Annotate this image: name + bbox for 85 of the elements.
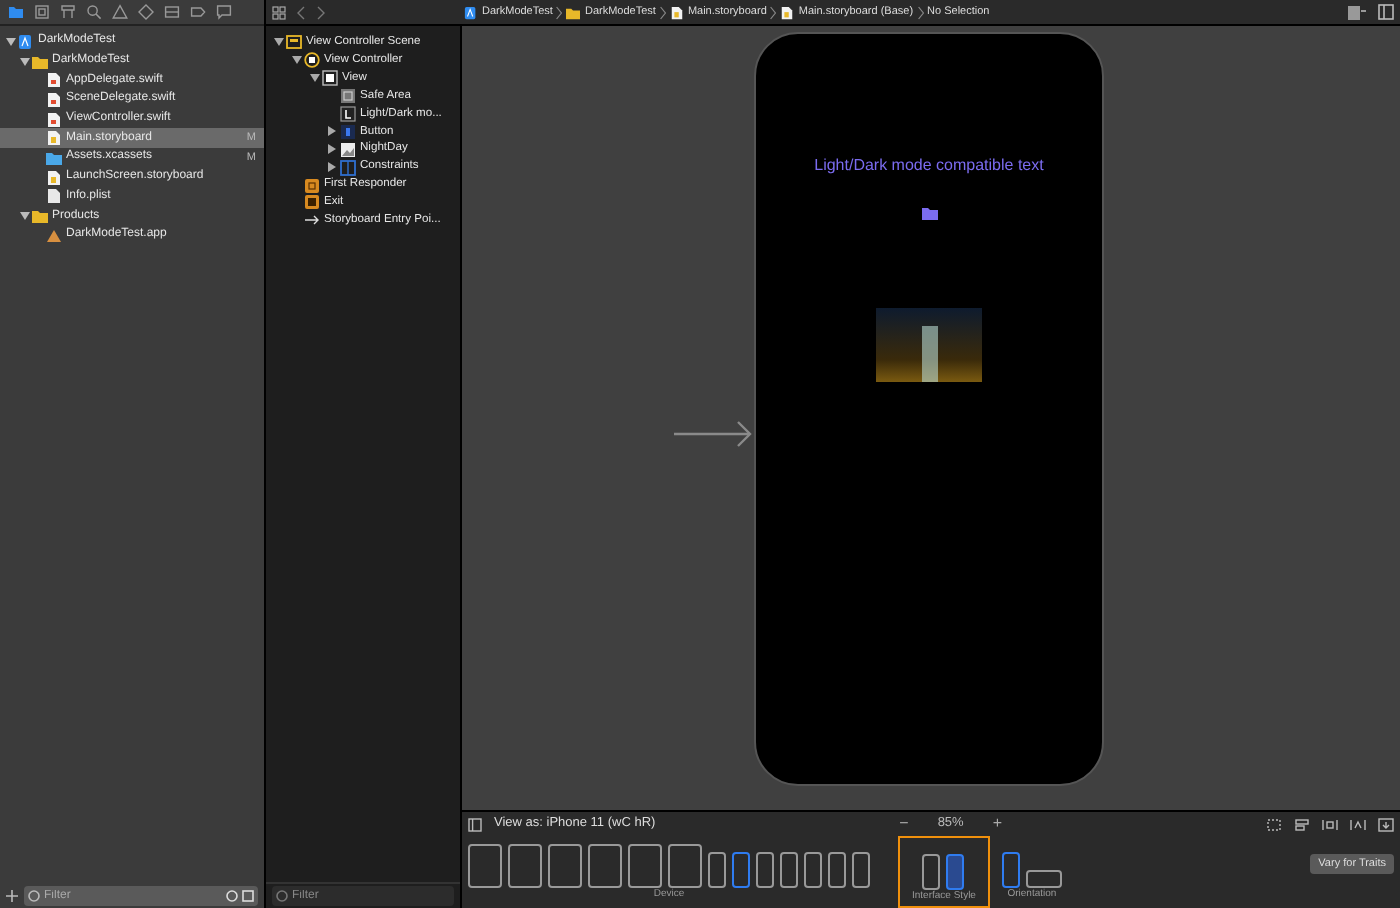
phone-option[interactable]	[852, 852, 870, 888]
storyboard-file-icon	[46, 130, 62, 147]
arrow-icon	[304, 212, 320, 229]
plist-file-icon	[46, 188, 62, 205]
filter-icon	[276, 890, 288, 902]
phone-option[interactable]	[922, 854, 941, 890]
tablet-option[interactable]	[668, 844, 702, 888]
label-icon	[340, 106, 356, 122]
view-controller-icon	[304, 52, 320, 69]
phone-option[interactable]	[756, 852, 774, 888]
add-editor-icon[interactable]	[1378, 4, 1394, 20]
zoom-in-button[interactable]: +	[992, 816, 1002, 832]
tablet-option[interactable]	[628, 844, 662, 888]
chevron-icon	[770, 5, 777, 19]
pin-icon[interactable]	[1322, 817, 1338, 831]
resolve-icon[interactable]	[1350, 817, 1366, 831]
phone-option[interactable]	[1001, 852, 1020, 888]
disclosure-expanded-icon[interactable]	[308, 74, 320, 83]
tablet-option[interactable]	[548, 844, 582, 888]
align-icon[interactable]	[1294, 817, 1310, 831]
disclosure-collapsed-icon[interactable]	[326, 144, 338, 155]
folder-icon[interactable]	[8, 4, 24, 20]
button-icon	[340, 123, 356, 140]
disclosure-expanded-icon[interactable]	[18, 212, 30, 221]
storyboard-file-icon	[780, 5, 795, 19]
disclosure-expanded-icon[interactable]	[4, 37, 16, 46]
folder-icon	[32, 53, 48, 70]
embed-icon[interactable]	[1378, 817, 1394, 831]
outline-toggle-icon[interactable]	[468, 817, 482, 831]
layout-icon[interactable]	[1266, 817, 1282, 831]
folder-icon	[32, 208, 48, 225]
disclosure-expanded-icon[interactable]	[290, 56, 302, 65]
disclosure-collapsed-icon[interactable]	[326, 162, 338, 173]
phone-option[interactable]	[946, 854, 965, 890]
breakpoint-icon[interactable]	[190, 4, 206, 20]
folder-icon	[566, 5, 581, 19]
phone-option[interactable]	[1025, 870, 1062, 888]
app-icon	[46, 227, 62, 244]
editor-options-icon[interactable]	[1348, 5, 1366, 19]
tablet-option[interactable]	[468, 844, 502, 888]
chevron-icon	[556, 5, 563, 19]
storyboard-file-icon	[46, 169, 62, 186]
clock-icon[interactable]	[226, 889, 238, 901]
chevron-icon	[659, 5, 666, 19]
exit-icon	[304, 194, 320, 211]
report-icon[interactable]	[216, 4, 232, 20]
view-icon	[322, 70, 338, 87]
source-control-icon[interactable]	[34, 4, 50, 20]
scm-filter-icon[interactable]	[242, 889, 254, 901]
forward-icon[interactable]	[316, 5, 326, 19]
storyboard-file-icon	[669, 5, 684, 19]
tablet-option[interactable]	[588, 844, 622, 888]
swift-file-icon	[46, 111, 62, 128]
folder-icon[interactable]	[921, 206, 937, 220]
phone-option[interactable]	[828, 852, 846, 888]
disclosure-collapsed-icon[interactable]	[326, 126, 338, 137]
constraints-icon	[340, 159, 356, 176]
tablet-option[interactable]	[508, 844, 542, 888]
warning-icon[interactable]	[112, 4, 128, 20]
test-icon[interactable]	[138, 4, 154, 20]
cube-icon	[304, 177, 320, 194]
chevron-icon	[917, 5, 924, 19]
search-icon[interactable]	[86, 4, 102, 20]
phone-option[interactable]	[804, 852, 822, 888]
assets-folder-icon	[46, 149, 62, 166]
phone-option[interactable]	[780, 852, 798, 888]
image-icon	[340, 141, 356, 158]
debug-icon[interactable]	[164, 4, 180, 20]
project-file-icon	[18, 33, 34, 50]
grid-icon[interactable]	[272, 5, 286, 19]
scene-icon	[286, 34, 302, 51]
phone-option[interactable]	[708, 852, 726, 888]
hierarchy-icon[interactable]	[60, 4, 76, 20]
label-text: Light/Dark mode compatible text	[814, 154, 1044, 178]
disclosure-expanded-icon[interactable]	[272, 38, 284, 47]
filter-icon	[28, 889, 40, 901]
disclosure-expanded-icon[interactable]	[18, 57, 30, 66]
entry-arrow	[674, 420, 754, 448]
back-icon[interactable]	[296, 5, 306, 19]
zoom-out-button[interactable]: −	[899, 816, 909, 832]
photo-placeholder	[876, 308, 982, 382]
project-file-icon	[464, 5, 478, 19]
add-icon[interactable]	[6, 889, 18, 901]
safe-area-icon	[340, 88, 356, 105]
phone-option[interactable]	[732, 852, 750, 888]
